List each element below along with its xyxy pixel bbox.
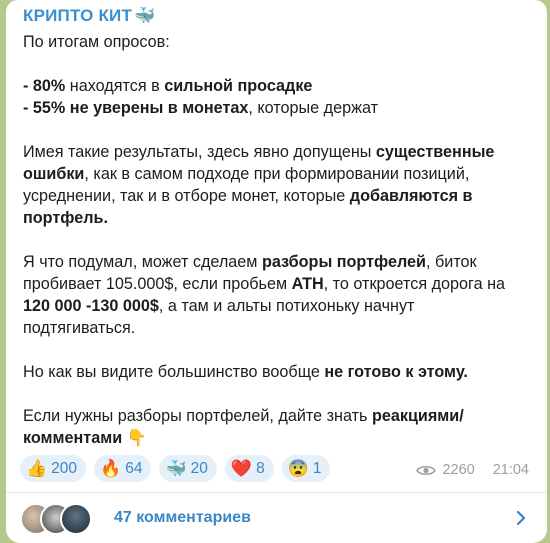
paragraph-2: Я что подумал, может сделаем разборы пор…	[23, 253, 506, 337]
reaction-fearful[interactable]: 😨 1	[281, 455, 331, 482]
reaction-thumbs-up[interactable]: 👍 200	[20, 455, 87, 482]
reactions-bar: 👍 200 🔥 64 🐳 20 ❤️ 8 😨 1	[20, 455, 331, 482]
reaction-heart[interactable]: ❤️ 8	[224, 455, 274, 482]
reaction-fire[interactable]: 🔥 64	[94, 455, 152, 482]
fearful-face-icon: 😨	[287, 459, 309, 478]
whale-icon: 🐳	[165, 459, 187, 478]
reaction-whale[interactable]: 🐳 20	[159, 455, 217, 482]
view-count: 2260	[442, 462, 475, 478]
point-down-icon: 👇	[122, 429, 147, 447]
comments-label: 47 комментариев	[114, 509, 251, 526]
avatar	[60, 503, 92, 535]
message-bubble: КРИПТО КИТ 🐳 По итогам опросов: - 80% на…	[6, 0, 547, 543]
message-time: 21:04	[492, 462, 529, 478]
thumbs-up-icon: 👍	[26, 459, 48, 478]
reaction-count: 200	[51, 459, 78, 477]
paragraph-4: Если нужны разборы портфелей, дайте знат…	[23, 407, 464, 447]
channel-name[interactable]: КРИПТО КИТ 🐳	[23, 6, 155, 26]
message-text: По итогам опросов: - 80% находятся в сил…	[23, 31, 528, 449]
reaction-count: 64	[125, 459, 143, 477]
eye-icon	[416, 465, 437, 475]
intro-line: По итогам опросов:	[23, 33, 170, 51]
whale-icon: 🐳	[134, 6, 156, 25]
poll-result-2: - 55% не уверены в монетах, которые держ…	[23, 99, 379, 117]
paragraph-1: Имея такие результаты, здесь явно допуще…	[23, 143, 495, 227]
reaction-count: 8	[256, 459, 265, 477]
fire-icon: 🔥	[100, 459, 122, 478]
commenter-avatars	[20, 503, 100, 535]
paragraph-3: Но как вы видите большинство вообще не г…	[23, 363, 468, 381]
poll-result-1: - 80% находятся в сильной просадке	[23, 77, 313, 95]
message-meta: 2260 21:04	[416, 462, 529, 478]
heart-icon: ❤️	[230, 459, 253, 478]
reaction-count: 1	[312, 459, 322, 477]
reaction-count: 20	[190, 459, 208, 477]
chevron-right-icon	[516, 510, 526, 526]
comments-button[interactable]: 47 комментариев	[6, 493, 547, 543]
channel-name-text: КРИПТО КИТ	[23, 6, 133, 25]
